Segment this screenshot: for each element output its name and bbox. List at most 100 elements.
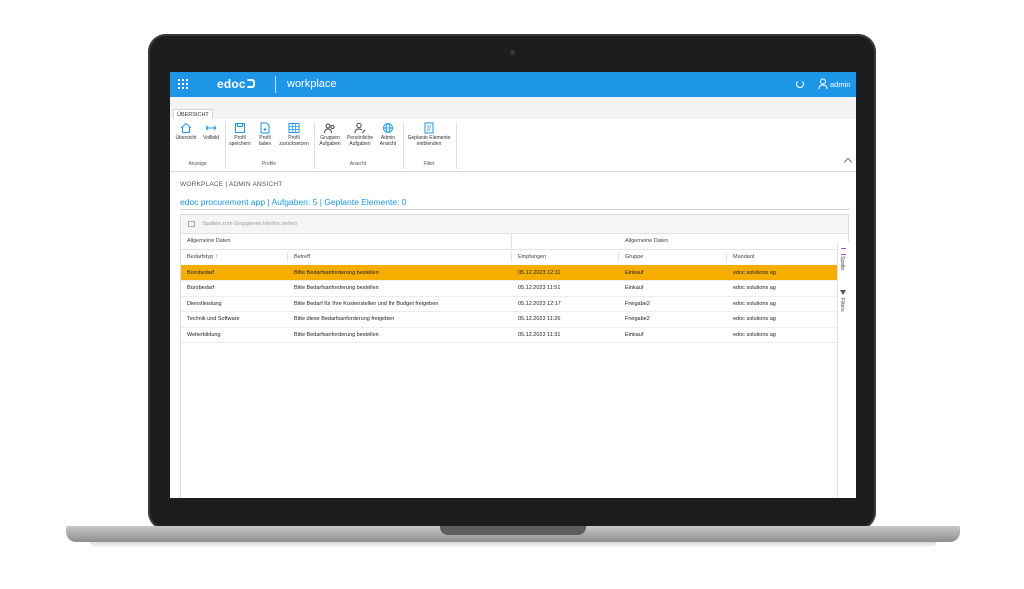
cell-mandant: edoc solutions ag: [733, 331, 776, 338]
table-row[interactable]: Dienstleistung Bitte Bedarf für Ihre Kost…: [181, 296, 837, 312]
column-separator[interactable]: [618, 252, 619, 262]
user-name[interactable]: admin: [830, 80, 850, 89]
side-tab-filters[interactable]: Filters: [839, 298, 845, 312]
user-icon[interactable]: [818, 78, 828, 90]
group-tasks-label: Gruppen Aufgaben: [319, 135, 341, 147]
load-profile-label: Profil laden: [258, 135, 272, 147]
task-grid: Spalten zum Gruppieren hierhin ziehen Al…: [180, 214, 849, 498]
cell-empfangen: 05.12.2023 11:26: [518, 316, 561, 322]
collapse-ribbon-icon[interactable]: [843, 157, 853, 167]
calendar-list-icon: [424, 122, 434, 134]
cell-gruppe: Freigabe2: [625, 300, 650, 307]
table-row[interactable]: Weiterbildung Bitte Bedarfsanforderung be…: [181, 327, 837, 343]
cell-bedarfstyp: Technik und Software: [187, 316, 240, 322]
ribbon-separator: [456, 122, 457, 169]
app-screen: edoc workplace admin ÜBERSICHT Übersicht…: [170, 72, 856, 498]
band-header: Allgemeine Daten: [625, 238, 669, 244]
ribbon-separator: [314, 122, 315, 169]
group-label-filter: Filter: [423, 161, 435, 167]
cell-bedarfstyp: Bürobedarf: [187, 285, 215, 291]
top-bar: edoc workplace admin: [170, 72, 856, 97]
group-users-icon: [324, 123, 335, 134]
planned-items-button[interactable]: Geplante Elemente einblenden: [405, 122, 453, 147]
expand-arrows-icon: [205, 125, 217, 131]
fullscreen-button[interactable]: Vollbild: [200, 122, 222, 142]
column-header-row: Bedarfstyp ↑ Betreff Empfangen Gruppe Man…: [181, 249, 837, 266]
document-add-icon: [260, 122, 270, 134]
overview-button[interactable]: Übersicht: [173, 122, 199, 142]
reset-profile-label: Profil zurücksetzen: [279, 135, 309, 147]
topbar-divider: [275, 76, 276, 93]
cell-mandant: edoc solutions ag: [733, 316, 776, 322]
reset-profile-button[interactable]: Profil zurücksetzen: [277, 122, 311, 147]
planned-items-label: Geplante Elemente einblenden: [407, 135, 451, 147]
globe-icon: [383, 123, 393, 133]
apps-grid-icon[interactable]: [178, 79, 188, 89]
ribbon-separator: [225, 122, 226, 169]
group-tasks-button[interactable]: Gruppen Aufgaben: [316, 122, 344, 147]
refresh-icon[interactable]: [796, 80, 804, 88]
cell-bedarfstyp: Weiterbildung: [187, 331, 221, 338]
page-title: edoc procurement app | Aufgaben: 5 | Gep…: [180, 197, 407, 207]
load-profile-button[interactable]: Profil laden: [254, 122, 276, 147]
admin-view-button[interactable]: Admin Ansicht: [376, 122, 400, 147]
table-grid-icon: [288, 123, 300, 133]
title-divider: [180, 209, 849, 210]
cell-mandant: edoc solutions ag: [733, 269, 776, 276]
band-separator: [511, 233, 512, 249]
cell-betreff: Bitte Bedarfsanforderung bestellen: [294, 269, 379, 276]
camera: [510, 50, 515, 55]
admin-view-label: Admin Ansicht: [379, 135, 397, 147]
band-header: Allgemeine Daten: [187, 238, 231, 244]
home-icon: [180, 122, 192, 133]
personal-tasks-label: Persönliche Aufgaben: [346, 135, 374, 147]
ribbon-separator: [403, 122, 404, 169]
save-profile-label: Profil speichern: [229, 135, 251, 147]
group-hint: Spalten zum Gruppieren hierhin ziehen: [202, 221, 298, 227]
group-panel-icon: [188, 221, 195, 227]
cell-gruppe: Einkauf: [625, 331, 644, 338]
column-separator[interactable]: [511, 252, 512, 262]
group-label-anzeige: Anzeige: [188, 161, 207, 167]
column-header-betreff[interactable]: Betreff: [294, 254, 310, 260]
table-row[interactable]: Technik und Software Bitte diese Bedarfsa…: [181, 312, 837, 328]
side-tool-panel: Spalte Filters: [837, 242, 849, 498]
cell-gruppe: Einkauf: [625, 285, 644, 291]
breadcrumb: WORKPLACE | ADMIN ANSICHT: [180, 181, 283, 188]
user-edit-icon: [354, 122, 366, 134]
cell-empfangen: 05.12.2023 11:51: [518, 285, 561, 291]
cell-gruppe: Einkauf: [625, 269, 644, 276]
column-separator[interactable]: [726, 252, 727, 262]
sort-ascending-icon[interactable]: ↑: [215, 254, 218, 260]
table-row[interactable]: Bürobedarf Bitte Bedarfsanforderung beste…: [181, 265, 837, 281]
table-row[interactable]: Bürobedarf Bitte Bedarfsanforderung beste…: [181, 281, 837, 297]
column-header-bedarfstyp[interactable]: Bedarfstyp ↑: [187, 254, 218, 260]
column-separator[interactable]: [287, 252, 288, 262]
personal-tasks-button[interactable]: Persönliche Aufgaben: [345, 122, 375, 147]
cell-betreff: Bitte Bedarf für Ihre Kostenstellen und …: [294, 300, 439, 307]
cell-mandant: edoc solutions ag: [733, 285, 776, 291]
ribbon-tabstrip: ÜBERSICHT: [170, 97, 856, 120]
overview-label: Übersicht: [175, 135, 197, 141]
cell-empfangen: 05.12.2023 12:17: [518, 300, 561, 307]
ribbon: Übersicht Vollbild Anzeige Profil speich…: [170, 119, 856, 172]
cell-empfangen: 05.12.2023 11:31: [518, 331, 561, 338]
columns-icon[interactable]: [841, 248, 846, 255]
column-header-gruppe[interactable]: Gruppe: [625, 254, 643, 260]
column-header-mandant[interactable]: Mandant: [733, 254, 754, 260]
column-band-row: Allgemeine Daten Allgemeine Daten: [181, 233, 837, 250]
column-header-label: Bedarfstyp: [187, 254, 214, 260]
side-tab-columns[interactable]: Spalte: [839, 256, 845, 270]
group-drop-area[interactable]: Spalten zum Gruppieren hierhin ziehen: [181, 215, 848, 234]
cell-bedarfstyp: Bürobedarf: [187, 269, 215, 276]
laptop-shadow: [90, 542, 936, 548]
save-profile-button[interactable]: Profil speichern: [227, 122, 253, 147]
cell-gruppe: Freigabe2: [625, 316, 650, 322]
workplace-title: workplace: [287, 78, 337, 90]
cell-betreff: Bitte Bedarfsanforderung bestellen: [294, 331, 379, 338]
filter-icon[interactable]: [840, 290, 846, 295]
column-header-empfangen[interactable]: Empfangen: [518, 254, 546, 260]
save-icon: [235, 123, 245, 133]
logo-mark-icon: [246, 79, 255, 88]
group-label-ansicht: Ansicht: [349, 161, 367, 167]
